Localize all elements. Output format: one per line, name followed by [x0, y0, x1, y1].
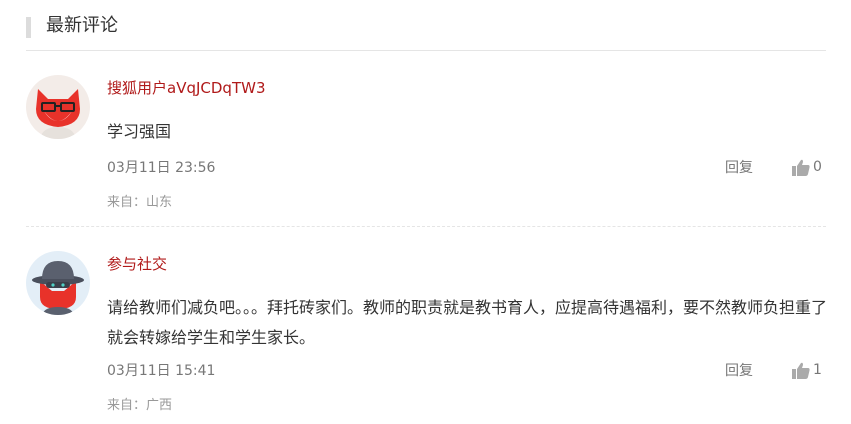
comment-location: 来自：广西: [107, 398, 173, 413]
comment-item: 搜狐用户aVqJCDqTW3 学习强国 03月11日 23:56 回复 0 来自…: [26, 51, 826, 227]
comment-username[interactable]: 搜狐用户aVqJCDqTW3: [107, 78, 265, 98]
fox-with-glasses-avatar-icon[interactable]: [26, 75, 90, 139]
section-title: 最新评论: [46, 15, 118, 36]
thumbs-up-icon: [792, 159, 810, 176]
reply-button[interactable]: 回复: [725, 159, 753, 177]
comment-content: 请给教师们减负吧。。。拜托砖家们。教师的职责就是教书育人，应提高待遇福利，要不然…: [107, 298, 828, 347]
fox-with-hat-avatar-icon[interactable]: [26, 251, 90, 315]
reply-button[interactable]: 回复: [725, 362, 753, 380]
like-count: 0: [813, 159, 822, 175]
like-button[interactable]: 1: [792, 361, 822, 379]
comment-content: 学习强国: [107, 122, 172, 141]
like-button[interactable]: 0: [792, 158, 822, 176]
thumbs-up-icon: [792, 362, 810, 379]
comment-location: 来自：山东: [107, 195, 173, 210]
header-accent-bar: [26, 17, 31, 38]
like-count: 1: [813, 362, 822, 378]
comment-item: 参与社交 请给教师们减负吧。。。拜托砖家们。教师的职责就是教书育人，应提高待遇福…: [26, 227, 828, 424]
comments-section-header: 最新评论: [26, 0, 826, 51]
comment-timestamp: 03月11日 15:41: [107, 363, 216, 379]
comment-username[interactable]: 参与社交: [107, 254, 167, 274]
comment-timestamp: 03月11日 23:56: [107, 160, 216, 176]
